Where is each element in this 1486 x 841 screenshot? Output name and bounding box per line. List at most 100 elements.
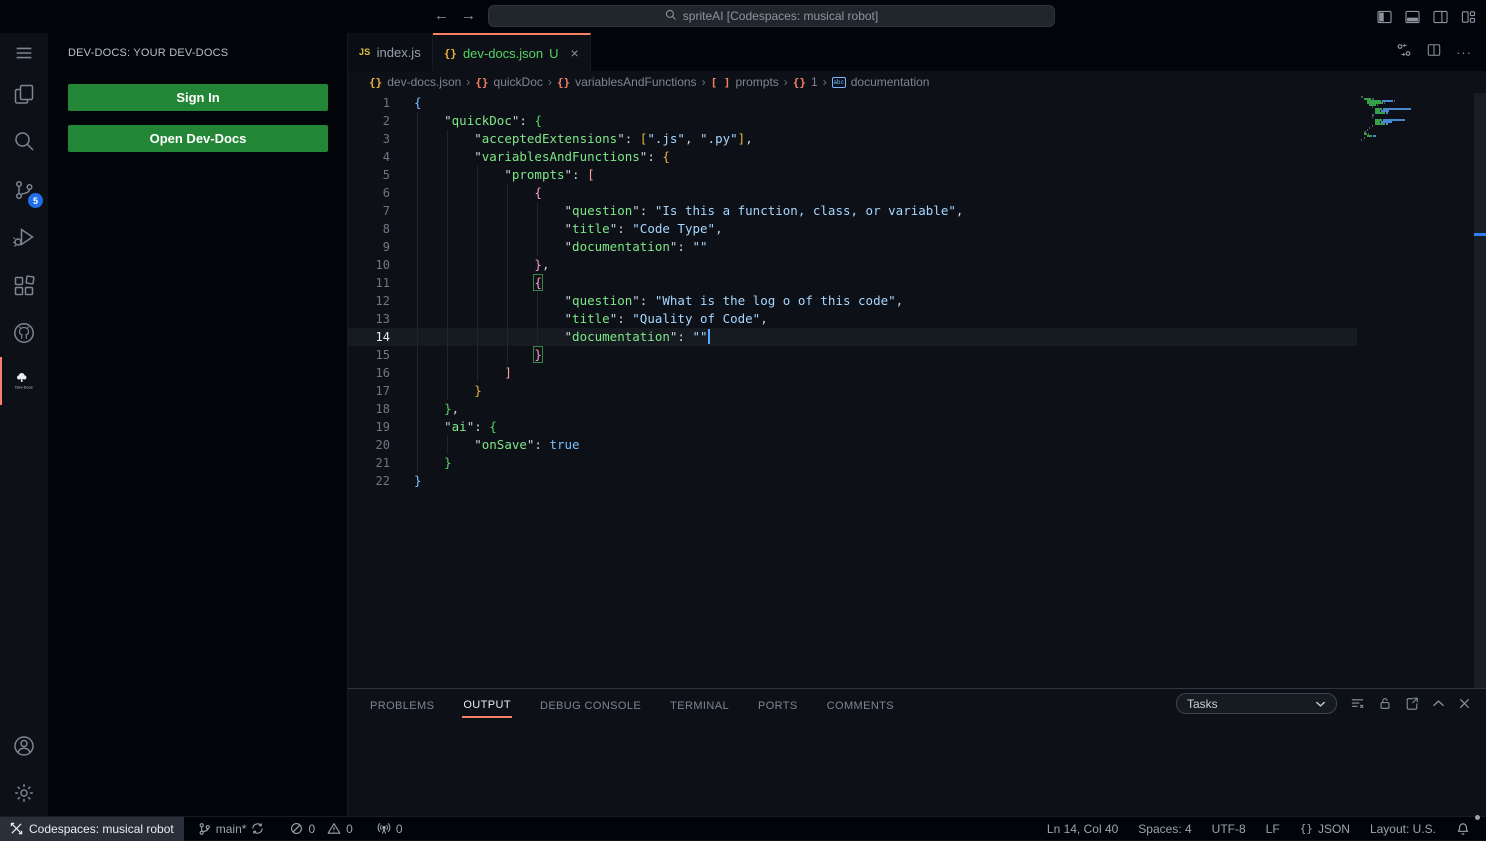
branch-indicator[interactable]: main*	[190, 817, 273, 841]
code-line-2[interactable]: 2 "quickDoc": {	[348, 112, 1357, 130]
sign-in-button[interactable]: Sign In	[68, 84, 328, 111]
open-output-in-editor-icon[interactable]	[1405, 696, 1419, 711]
toggle-secondary-sidebar-icon[interactable]	[1433, 10, 1448, 24]
panel-tab-ports[interactable]: PORTS	[757, 692, 799, 717]
line-text: "documentation": ""	[390, 238, 708, 256]
line-number: 20	[348, 436, 390, 454]
indent-guide	[417, 328, 418, 346]
encoding[interactable]: UTF-8	[1204, 817, 1254, 841]
activity-bar-item-extensions[interactable]	[12, 274, 36, 298]
breadcrumb-item-dev-docs.json[interactable]: {}dev-docs.json	[369, 75, 461, 89]
panel-tab-problems[interactable]: PROBLEMS	[369, 692, 435, 717]
breadcrumb-item-documentation[interactable]: abcdocumentation	[832, 75, 930, 89]
problems-indicator[interactable]: 0 0	[282, 817, 360, 841]
panel-tab-debug-console[interactable]: DEBUG CONSOLE	[539, 692, 642, 717]
output-channel-select[interactable]: Tasks	[1176, 693, 1337, 714]
back-icon[interactable]: ←	[434, 0, 449, 33]
indentation[interactable]: Spaces: 4	[1130, 817, 1199, 841]
activity-bar-item-account[interactable]	[12, 734, 36, 758]
code-line-19[interactable]: 19 "ai": {	[348, 418, 1357, 436]
code-line-20[interactable]: 20 "onSave": true	[348, 436, 1357, 454]
lock-icon[interactable]	[1378, 696, 1392, 711]
tab-index.js[interactable]: JSindex.js	[348, 33, 433, 71]
activity-bar-item-search[interactable]	[12, 129, 36, 153]
remote-indicator[interactable]: Codespaces: musical robot	[0, 817, 184, 841]
code-line-3[interactable]: 3 "acceptedExtensions": [".js", ".py"],	[348, 130, 1357, 148]
line-number: 13	[348, 310, 390, 328]
forward-icon[interactable]: →	[461, 0, 476, 33]
activity-bar-item-menu[interactable]	[13, 42, 35, 64]
untracked-badge: U	[549, 46, 558, 61]
indent-guide	[447, 202, 448, 220]
code-line-12[interactable]: 12 "question": "What is the log o of thi…	[348, 292, 1357, 310]
breadcrumb-item-prompts[interactable]: [ ]prompts	[711, 75, 779, 89]
panel-tab-terminal[interactable]: TERMINAL	[669, 692, 730, 717]
close-panel-icon[interactable]	[1458, 697, 1471, 710]
ports-indicator[interactable]: 0	[369, 817, 411, 841]
clear-output-icon[interactable]	[1350, 696, 1365, 711]
open-changes-icon[interactable]	[1396, 42, 1412, 63]
command-center-search[interactable]: spriteAI [Codespaces: musical robot]	[488, 5, 1055, 27]
minimap-line	[1357, 139, 1474, 141]
breadcrumb-item-quickDoc[interactable]: {}quickDoc	[475, 75, 543, 89]
code-line-5[interactable]: 5 "prompts": [	[348, 166, 1357, 184]
breadcrumb-item-variablesAndFunctions[interactable]: {}variablesAndFunctions	[557, 75, 697, 89]
code-line-18[interactable]: 18 },	[348, 400, 1357, 418]
code-line-16[interactable]: 16 ]	[348, 364, 1357, 382]
line-number: 17	[348, 382, 390, 400]
indent-guide	[417, 184, 418, 202]
panel-tab-output[interactable]: OUTPUT	[462, 691, 512, 718]
activity-bar-item-source-control[interactable]: 5	[12, 178, 36, 202]
activity-bar-item-dev-docs[interactable]: Dev-Docs	[15, 373, 33, 390]
scrollbar[interactable]	[1474, 93, 1486, 688]
close-tab-icon[interactable]: ×	[571, 45, 579, 61]
text-cursor	[708, 329, 710, 344]
more-actions-icon[interactable]: ···	[1456, 45, 1472, 60]
code-line-13[interactable]: 13 "title": "Quality of Code",	[348, 310, 1357, 328]
line-text: {	[390, 274, 542, 292]
code-line-1[interactable]: 1{	[348, 94, 1357, 112]
code-line-11[interactable]: 11 {	[348, 274, 1357, 292]
toggle-sidebar-icon[interactable]	[1377, 10, 1392, 24]
code-line-9[interactable]: 9 "documentation": ""	[348, 238, 1357, 256]
sidebar-title: DEV-DOCS: YOUR DEV-DOCS	[68, 47, 228, 59]
minimap[interactable]	[1357, 96, 1474, 141]
language-mode[interactable]: {} JSON	[1292, 817, 1358, 841]
code-line-22[interactable]: 22}	[348, 472, 1357, 490]
notifications-bell[interactable]	[1448, 817, 1478, 841]
indent-guide	[477, 202, 478, 220]
code-line-7[interactable]: 7 "question": "Is this a function, class…	[348, 202, 1357, 220]
line-number: 16	[348, 364, 390, 382]
indent-guide	[507, 220, 508, 238]
activity-bar-item-explorer[interactable]	[12, 82, 36, 106]
code-line-8[interactable]: 8 "title": "Code Type",	[348, 220, 1357, 238]
toggle-panel-icon[interactable]	[1405, 10, 1420, 24]
breadcrumb-separator: ›	[466, 75, 470, 89]
eol[interactable]: LF	[1258, 817, 1288, 841]
maximize-panel-icon[interactable]	[1432, 699, 1445, 708]
code-area[interactable]: 1{2 "quickDoc": {3 "acceptedExtensions":…	[348, 94, 1357, 490]
open-dev-docs-button[interactable]: Open Dev-Docs	[68, 125, 328, 152]
code-line-14[interactable]: 14 "documentation": ""	[348, 328, 1357, 346]
line-number: 14	[348, 328, 390, 346]
code-line-4[interactable]: 4 "variablesAndFunctions": {	[348, 148, 1357, 166]
code-line-15[interactable]: 15 }	[348, 346, 1357, 364]
panel-tab-comments[interactable]: COMMENTS	[826, 692, 895, 717]
customize-layout-icon[interactable]	[1461, 10, 1476, 24]
indent-guide	[507, 292, 508, 310]
split-editor-icon[interactable]	[1427, 43, 1441, 62]
code-line-6[interactable]: 6 {	[348, 184, 1357, 202]
code-line-10[interactable]: 10 },	[348, 256, 1357, 274]
editor[interactable]: 1{2 "quickDoc": {3 "acceptedExtensions":…	[348, 93, 1486, 688]
tab-dev-docs.json[interactable]: {}dev-docs.jsonU×	[433, 33, 591, 71]
code-line-21[interactable]: 21 }	[348, 454, 1357, 472]
activity-bar-item-settings[interactable]	[13, 782, 36, 805]
breadcrumb-item-1[interactable]: {}1	[793, 75, 818, 89]
code-line-17[interactable]: 17 }	[348, 382, 1357, 400]
activity-bar-item-run-debug[interactable]	[12, 225, 36, 249]
breadcrumb-label: quickDoc	[494, 75, 543, 89]
extensions-icon	[12, 274, 36, 298]
activity-bar-item-github[interactable]	[12, 321, 36, 345]
cursor-position[interactable]: Ln 14, Col 40	[1039, 817, 1126, 841]
keyboard-layout[interactable]: Layout: U.S.	[1362, 817, 1444, 841]
